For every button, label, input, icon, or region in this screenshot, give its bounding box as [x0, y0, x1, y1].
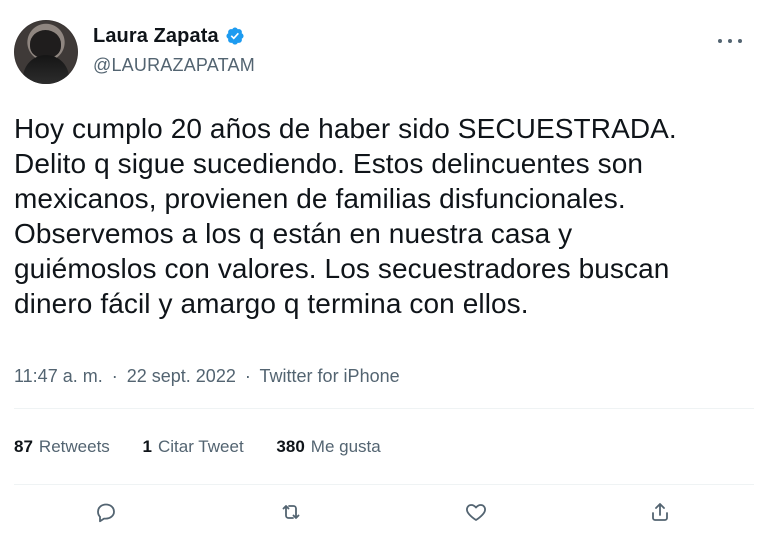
meta-separator: · — [111, 366, 118, 386]
likes-stat[interactable]: 380 Me gusta — [276, 435, 380, 459]
author-handle[interactable]: @LAURAZAPATAM — [93, 54, 255, 76]
stats-divider-bottom — [14, 484, 754, 485]
tweet-stats: 87 Retweets 1 Citar Tweet 380 Me gusta — [14, 435, 409, 459]
quotes-label: Citar Tweet — [158, 437, 244, 456]
retweets-count: 87 — [14, 437, 33, 456]
quotes-count: 1 — [142, 437, 152, 456]
retweets-label: Retweets — [38, 437, 110, 456]
tweet-time[interactable]: 11:47 a. m. — [14, 366, 103, 386]
more-dot-icon — [718, 39, 722, 43]
more-options-icon[interactable] — [718, 34, 742, 48]
retweet-icon — [279, 500, 303, 524]
avatar[interactable] — [14, 20, 78, 84]
likes-count: 380 — [276, 437, 305, 456]
author-display-name[interactable]: Laura Zapata — [93, 24, 219, 48]
more-dot-icon — [738, 39, 742, 43]
heart-icon — [464, 500, 488, 524]
tweet-card: Laura Zapata @LAURAZAPATAM Hoy cumplo 20… — [0, 0, 768, 543]
author-identity: Laura Zapata @LAURAZAPATAM — [93, 24, 255, 84]
verified-badge-icon — [225, 26, 245, 46]
retweet-button[interactable] — [277, 498, 305, 526]
retweets-stat[interactable]: 87 Retweets — [14, 435, 110, 459]
tweet-source[interactable]: Twitter for iPhone — [260, 366, 400, 386]
stats-divider-top — [14, 408, 754, 409]
more-dot-icon — [728, 39, 732, 43]
reply-button[interactable] — [92, 498, 120, 526]
share-icon — [648, 500, 672, 524]
like-button[interactable] — [462, 498, 490, 526]
tweet-text: Hoy cumplo 20 años de haber sido SECUEST… — [14, 113, 677, 319]
meta-separator: · — [244, 366, 251, 386]
tweet-metadata: 11:47 a. m. · 22 sept. 2022 · Twitter fo… — [14, 364, 400, 388]
author-name-row: Laura Zapata — [93, 24, 255, 48]
tweet-actions — [0, 498, 768, 532]
tweet-header: Laura Zapata @LAURAZAPATAM — [14, 20, 754, 90]
reply-icon — [94, 500, 118, 524]
share-button[interactable] — [646, 498, 674, 526]
likes-label: Me gusta — [310, 437, 381, 456]
tweet-date[interactable]: 22 sept. 2022 — [127, 366, 236, 386]
quotes-stat[interactable]: 1 Citar Tweet — [143, 435, 244, 459]
